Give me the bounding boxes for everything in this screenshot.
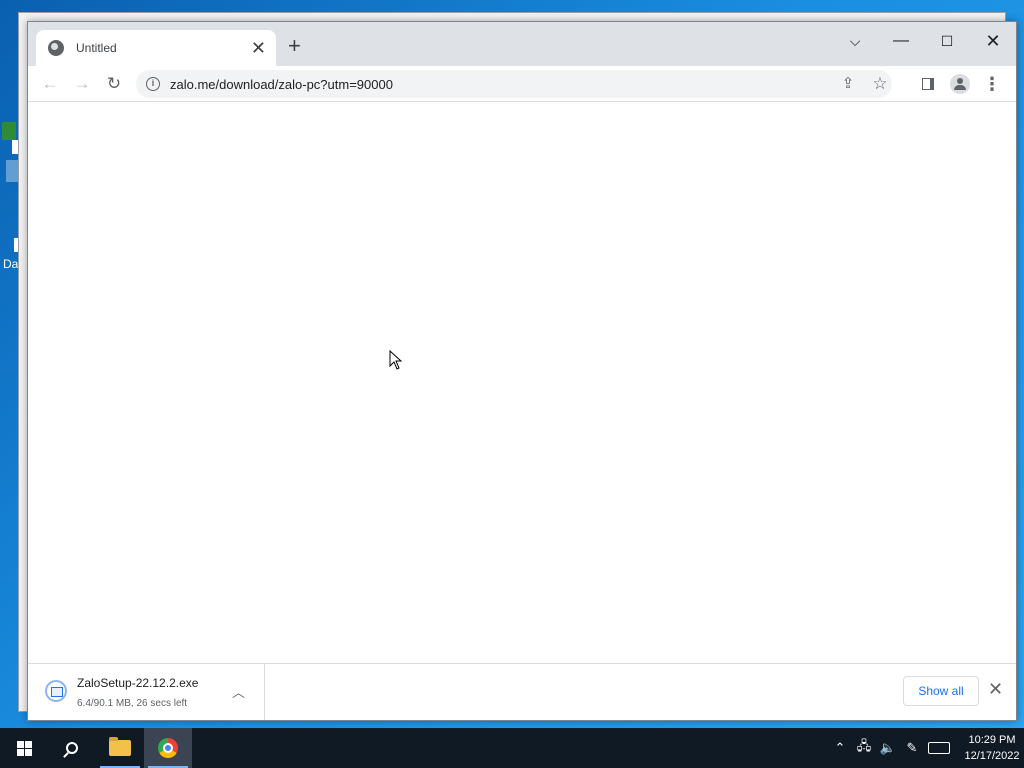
url-text[interactable]: zalo.me/download/zalo-pc?utm=90000 <box>170 77 393 92</box>
close-download-bar-icon[interactable]: ✕ <box>988 679 1003 700</box>
back-arrow-icon[interactable]: ← <box>37 72 63 96</box>
desktop-icon-fragment <box>6 160 18 182</box>
mouse-pointer-icon <box>389 350 403 370</box>
show-all-button[interactable]: Show all <box>903 676 979 706</box>
download-status: 6.4/90.1 MB, 26 secs left <box>77 698 188 709</box>
system-tray: ⌃ 🖧 🔈 ✎ 10:29 PM 12/17/2022 <box>828 728 1024 768</box>
search-icon <box>66 742 78 754</box>
new-tab-button[interactable]: + <box>288 35 301 57</box>
pen-icon[interactable]: ✎ <box>900 740 924 756</box>
download-file-name: ZaloSetup-22.12.2.exe <box>77 676 199 690</box>
tab-close-icon[interactable]: ✕ <box>251 39 266 57</box>
close-window-button[interactable]: ✕ <box>970 26 1016 56</box>
chevron-up-icon[interactable]: ︿ <box>232 682 245 701</box>
keyboard-icon[interactable] <box>928 742 950 754</box>
site-info-icon[interactable]: i <box>146 77 160 91</box>
start-button[interactable] <box>0 728 48 768</box>
chrome-icon <box>158 738 178 758</box>
file-explorer-taskbar-button[interactable] <box>96 728 144 768</box>
desktop-icon-fragment <box>2 122 16 140</box>
tab-title: Untitled <box>76 41 117 55</box>
share-icon[interactable]: ⇪ <box>836 72 860 96</box>
taskbar: ⌃ 🖧 🔈 ✎ 10:29 PM 12/17/2022 <box>0 728 1024 768</box>
globe-icon <box>48 40 64 56</box>
clock[interactable]: 10:29 PM 12/17/2022 <box>960 732 1024 764</box>
forward-arrow-icon[interactable]: → <box>69 72 95 96</box>
network-icon[interactable]: 🖧 <box>852 737 876 759</box>
windows-logo-icon <box>16 740 32 756</box>
tab-strip: Untitled ✕ + ⌵ — ☐ ✕ <box>28 22 1016 66</box>
clock-time: 10:29 PM <box>968 734 1016 746</box>
kebab-menu-icon[interactable]: ⋮ <box>980 72 1004 96</box>
address-bar[interactable]: i zalo.me/download/zalo-pc?utm=90000 ⇪ ☆ <box>136 70 892 98</box>
side-panel-icon[interactable] <box>916 72 940 96</box>
browser-window: Untitled ✕ + ⌵ — ☐ ✕ ← → ↻ i zalo.me/dow… <box>27 21 1017 721</box>
tab-search-chevron-down-icon[interactable]: ⌵ <box>832 26 878 56</box>
profile-avatar-icon[interactable] <box>948 72 972 96</box>
show-hidden-icons-chevron-icon[interactable]: ⌃ <box>828 740 852 756</box>
volume-icon[interactable]: 🔈 <box>876 740 900 756</box>
clock-date: 12/17/2022 <box>964 750 1020 762</box>
desktop-icon-label: Da <box>3 257 19 271</box>
reload-icon[interactable]: ↻ <box>101 72 127 96</box>
browser-toolbar: ← → ↻ i zalo.me/download/zalo-pc?utm=900… <box>28 66 1016 102</box>
chrome-taskbar-button[interactable] <box>144 728 192 768</box>
maximize-button[interactable]: ☐ <box>924 26 970 56</box>
tab-untitled[interactable]: Untitled ✕ <box>36 30 276 66</box>
download-bar: ZaloSetup-22.12.2.exe 6.4/90.1 MB, 26 se… <box>28 663 1016 720</box>
folder-icon <box>109 737 131 756</box>
download-item[interactable]: ZaloSetup-22.12.2.exe 6.4/90.1 MB, 26 se… <box>28 664 265 720</box>
search-button[interactable] <box>48 728 96 768</box>
minimize-button[interactable]: — <box>878 26 924 56</box>
download-progress-file-icon <box>45 680 67 702</box>
page-content[interactable] <box>28 102 1016 663</box>
bookmark-star-icon[interactable]: ☆ <box>868 72 892 96</box>
